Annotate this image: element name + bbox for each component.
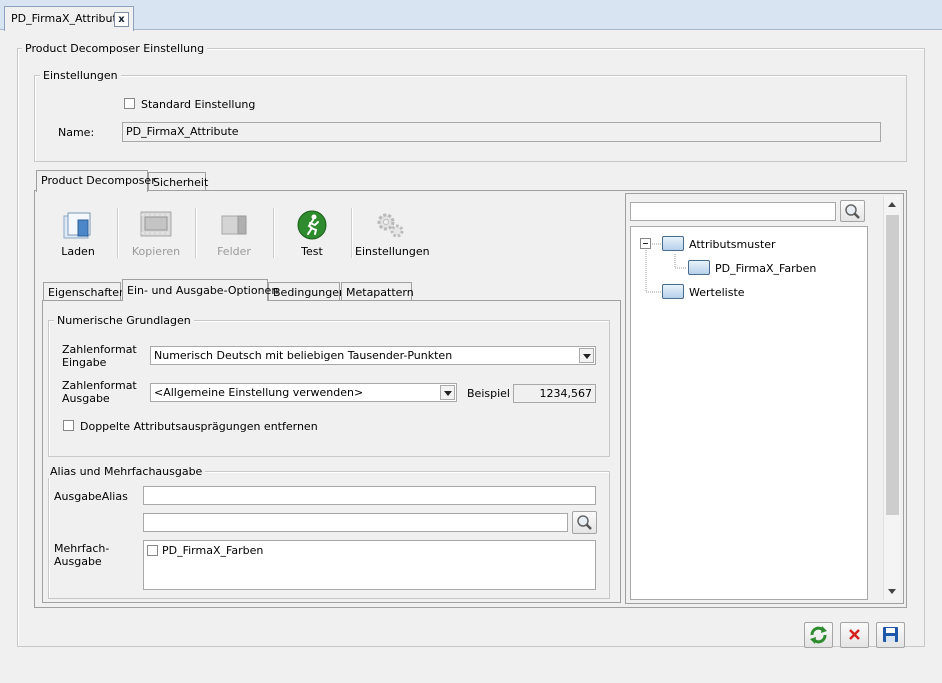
document-tab-title: PD_FirmaX_Attribute — [11, 12, 124, 25]
load-icon — [63, 212, 91, 239]
main-group-title: Product Decomposer Einstellung — [22, 42, 208, 55]
fields-icon — [221, 215, 247, 235]
document-tab-strip — [0, 0, 942, 30]
tree-node-werteliste[interactable]: Werteliste — [689, 286, 745, 299]
output-format-label: Zahlenformat — [62, 379, 137, 392]
copy-icon — [140, 211, 172, 237]
toolbar-settings-label: Einstellungen — [355, 245, 430, 258]
input-format-select[interactable]: Numerisch Deutsch mit beliebigen Tausend… — [150, 346, 596, 365]
load-button[interactable]: Laden — [43, 208, 113, 268]
gears-icon — [377, 213, 404, 238]
multi-output-item-checkbox[interactable] — [147, 545, 158, 556]
fields-label: Felder — [217, 245, 251, 258]
close-icon — [849, 629, 860, 640]
tree-node-icon — [662, 236, 684, 251]
multi-output-item-label: PD_FirmaX_Farben — [162, 544, 264, 557]
tab-metapattern[interactable]: Metapattern — [341, 282, 414, 302]
dedupe-checkbox[interactable] — [63, 420, 74, 431]
scroll-down-icon[interactable] — [888, 589, 896, 594]
dedupe-label: Doppelte Attributsausprägungen entfernen — [80, 420, 318, 433]
input-format-label: Zahlenformat — [62, 343, 137, 356]
input-format-value: Numerisch Deutsch mit beliebigen Tausend… — [154, 349, 453, 362]
multi-output-label: Mehrfach- — [54, 542, 110, 555]
tab-conditions[interactable]: Bedingungen — [268, 282, 346, 302]
settings-group — [34, 75, 907, 162]
name-field[interactable]: PD_FirmaX_Attribute — [122, 122, 881, 142]
fields-button[interactable]: Felder — [199, 208, 269, 268]
tab-io-options[interactable]: Ein- und Ausgabe-Optionen — [122, 279, 278, 301]
tab-properties[interactable]: Eigenschaften — [43, 282, 126, 302]
test-label: Test — [301, 245, 323, 258]
tab-product-decomposer[interactable]: Product Decomposer — [36, 170, 156, 192]
toolbar-separator — [351, 208, 352, 258]
chevron-down-icon[interactable] — [440, 385, 455, 400]
document-tab[interactable]: PD_FirmaX_Attribute x — [4, 6, 134, 31]
output-alias-label: AusgabeAlias — [54, 490, 128, 503]
cancel-button[interactable] — [840, 622, 869, 648]
toolbar-separator — [195, 208, 196, 258]
close-tab-button[interactable]: x — [114, 12, 129, 27]
numeric-group-title: Numerische Grundlagen — [54, 314, 194, 327]
alias-group-title: Alias und Mehrfachausgabe — [47, 465, 206, 478]
collapse-icon[interactable] — [640, 238, 651, 249]
output-format-label-line2: Ausgabe — [62, 392, 110, 405]
tree-node-attributsmuster[interactable]: Attributsmuster — [689, 238, 776, 251]
standard-settings-checkbox[interactable] — [124, 98, 135, 109]
output-format-value: <Allgemeine Einstellung verwenden> — [154, 386, 364, 399]
refresh-icon — [810, 626, 827, 644]
scrollbar-thumb[interactable] — [886, 215, 899, 515]
toolbar-separator — [273, 208, 274, 258]
alias-search-button[interactable] — [572, 511, 597, 534]
load-label: Laden — [61, 245, 95, 258]
standard-settings-label: Standard Einstellung — [141, 98, 256, 111]
output-format-select[interactable]: <Allgemeine Einstellung verwenden> — [150, 383, 457, 402]
tree-node-icon — [662, 284, 684, 299]
copy-button[interactable]: Kopieren — [121, 208, 191, 268]
test-icon — [297, 210, 327, 240]
alias-search-input[interactable] — [143, 513, 568, 532]
toolbar-settings-button[interactable]: Einstellungen — [355, 208, 430, 268]
example-label: Beispiel — [467, 387, 510, 400]
multi-output-list[interactable]: PD_FirmaX_Farben — [143, 540, 596, 590]
refresh-button[interactable] — [804, 622, 833, 648]
example-value: 1234,567 — [513, 384, 596, 403]
input-format-label-line2: Eingabe — [62, 356, 107, 369]
tree-node-farben[interactable]: PD_FirmaX_Farben — [715, 262, 816, 275]
floppy-disk-icon — [883, 627, 898, 642]
tree-search-input[interactable] — [630, 202, 836, 221]
tree-node-icon — [688, 260, 710, 275]
output-alias-input[interactable] — [143, 486, 596, 505]
search-icon — [845, 204, 860, 219]
tab-security[interactable]: Sicherheit — [148, 172, 208, 192]
tree-search-button[interactable] — [840, 200, 865, 222]
settings-group-title: Einstellungen — [40, 69, 121, 82]
save-button[interactable] — [876, 622, 905, 648]
multi-output-label-line2: Ausgabe — [54, 555, 102, 568]
name-label: Name: — [58, 126, 95, 139]
test-button[interactable]: Test — [277, 208, 347, 268]
scroll-up-icon[interactable] — [888, 202, 896, 207]
tree-scrollbar[interactable] — [883, 196, 900, 600]
toolbar-separator — [117, 208, 118, 258]
copy-label: Kopieren — [131, 245, 181, 258]
chevron-down-icon[interactable] — [579, 348, 594, 363]
search-icon — [577, 515, 592, 530]
